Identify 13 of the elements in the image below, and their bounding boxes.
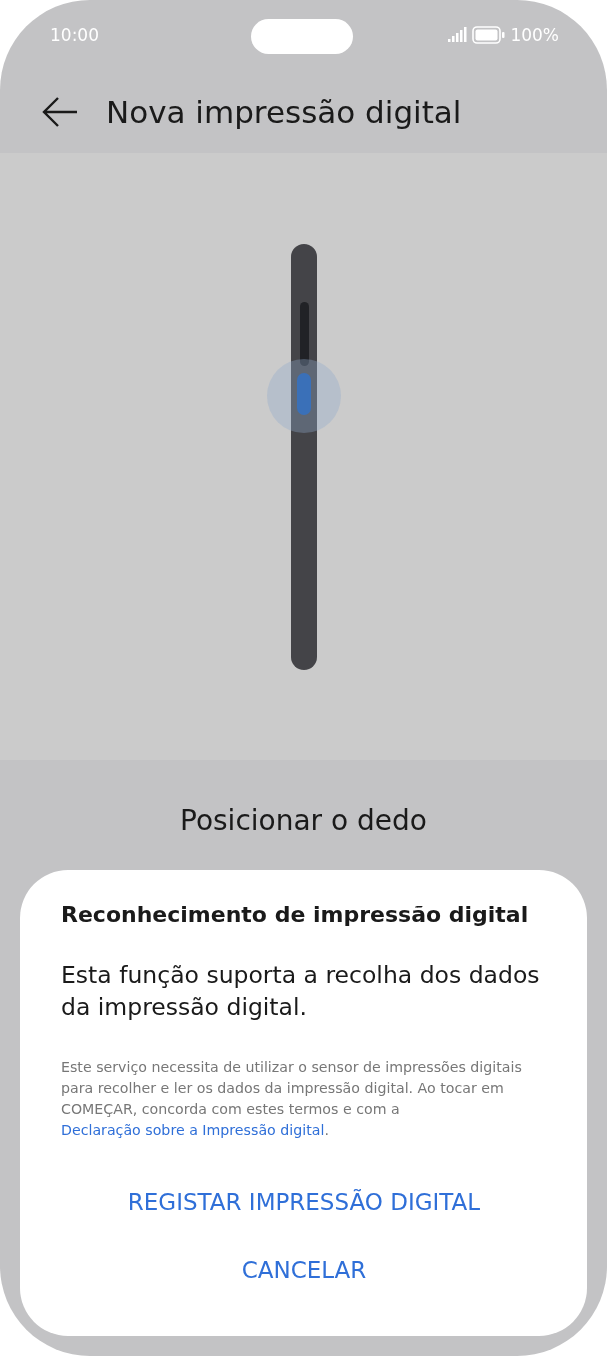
dialog-title: Reconhecimento de impressão digital <box>61 902 530 927</box>
battery-level: 100% <box>510 25 559 45</box>
dialog-message: Esta função suporta a recolha dos dados da impressão digital. <box>61 960 541 1023</box>
status-time: 10:00 <box>50 25 99 45</box>
signal-icon <box>448 27 468 43</box>
battery-icon <box>472 26 506 44</box>
cancel-button[interactable]: CANCELAR <box>231 1251 377 1289</box>
instruction-title: Posicionar o dedo <box>179 804 428 837</box>
page-title: Nova impressão digital <box>106 93 462 130</box>
back-button[interactable] <box>42 95 78 128</box>
register-button[interactable]: REGISTAR IMPRESSÃO DIGITAL <box>117 1183 491 1221</box>
declaration-link[interactable]: Declaração sobre a Impressão digital <box>61 1122 325 1138</box>
terms-notice: Este serviço necessita de utilizar o sensor de impressões digitais para recolher e ler os dados da impressão digital. Ao tocar em COMEÇAR, concorda com estes termos e com a Declaração sobre a Impressão digital. <box>61 1058 523 1140</box>
